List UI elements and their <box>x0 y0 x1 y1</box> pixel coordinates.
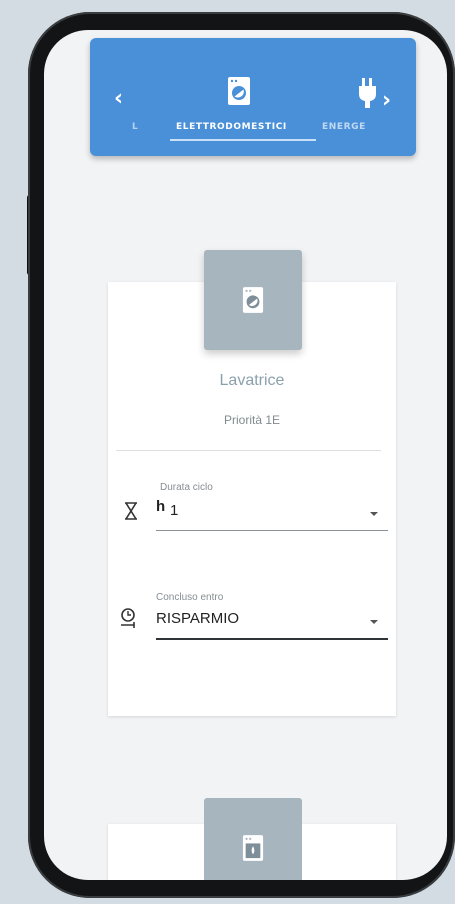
washing-machine-icon <box>242 287 264 313</box>
duration-dropdown-icon[interactable] <box>370 512 378 516</box>
phone-screen: ‹ › L ELETTRODOMESTICI ENERGE Lavatrice … <box>44 30 447 880</box>
tab-previous[interactable]: L <box>132 122 138 132</box>
appliance-name: Lavatrice <box>219 372 285 389</box>
appliance-tile[interactable] <box>204 250 302 350</box>
hourglass-icon <box>125 502 137 520</box>
appliance-priority: Priorità 1E <box>223 413 281 427</box>
duration-field-label: Durata ciclo <box>160 482 213 493</box>
deadline-field-label: Concluso entro <box>156 592 224 603</box>
tab-energy[interactable]: ENERGE <box>322 122 366 132</box>
deadline-dropdown-icon[interactable] <box>370 620 378 624</box>
card-divider <box>116 450 381 451</box>
duration-value[interactable]: 1 <box>170 502 178 519</box>
next-tab-arrow-icon[interactable]: › <box>382 90 391 112</box>
category-tab-bar: ‹ › L ELETTRODOMESTICI ENERGE <box>90 38 416 156</box>
plug-icon[interactable] <box>358 78 378 108</box>
deadline-field-underline <box>156 638 388 640</box>
tab-elettrodomestici[interactable]: ELETTRODOMESTICI <box>176 122 287 132</box>
dishwasher-icon <box>242 835 264 861</box>
deadline-value[interactable]: RISPARMIO <box>156 610 239 627</box>
duration-field-underline <box>156 530 388 531</box>
active-tab-indicator <box>170 139 316 141</box>
timer-icon <box>121 608 135 628</box>
duration-unit-prefix: h <box>156 498 166 515</box>
next-appliance-tile[interactable] <box>204 798 302 880</box>
washing-machine-icon[interactable] <box>227 76 251 106</box>
previous-tab-arrow-icon[interactable]: ‹ <box>114 88 123 110</box>
